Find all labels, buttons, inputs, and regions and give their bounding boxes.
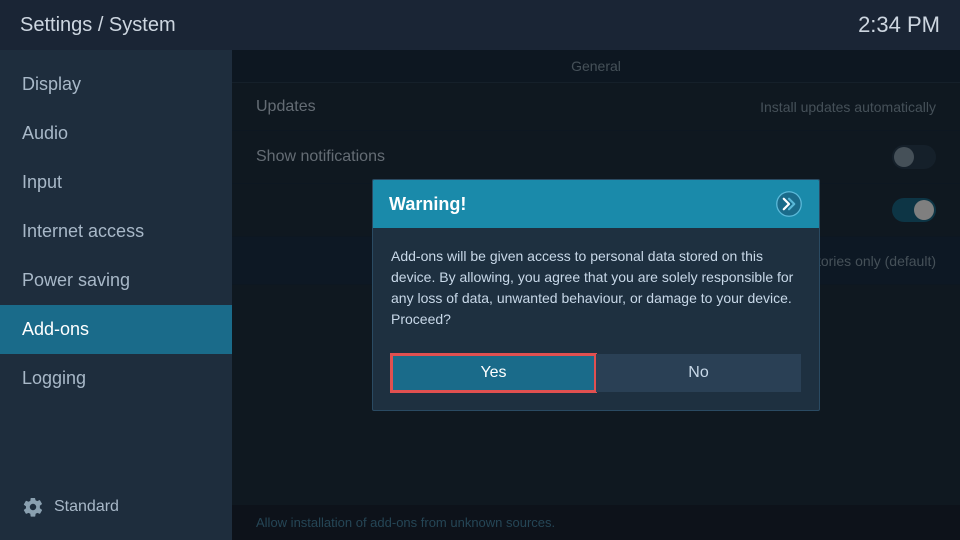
sidebar-item-power-saving[interactable]: Power saving xyxy=(0,256,232,305)
sidebar-label-display: Display xyxy=(22,74,81,95)
sidebar-label-input: Input xyxy=(22,172,62,193)
clock: 2:34 PM xyxy=(858,12,940,38)
dialog-buttons: Yes No xyxy=(373,346,819,410)
sidebar-label-add-ons: Add-ons xyxy=(22,319,89,340)
gear-icon xyxy=(22,496,44,518)
sidebar: Display Audio Input Internet access Powe… xyxy=(0,50,232,540)
sidebar-item-internet-access[interactable]: Internet access xyxy=(0,207,232,256)
sidebar-label-internet-access: Internet access xyxy=(22,221,144,242)
sidebar-item-audio[interactable]: Audio xyxy=(0,109,232,158)
main-layout: Display Audio Input Internet access Powe… xyxy=(0,50,960,540)
sidebar-item-logging[interactable]: Logging xyxy=(0,354,232,403)
content-area: General Updates Install updates automati… xyxy=(232,50,960,540)
dialog-title: Warning! xyxy=(389,194,466,215)
header: Settings / System 2:34 PM xyxy=(0,0,960,50)
sidebar-item-add-ons[interactable]: Add-ons xyxy=(0,305,232,354)
kodi-icon xyxy=(775,190,803,218)
dialog-body: Add-ons will be given access to personal… xyxy=(373,228,819,346)
sidebar-item-display[interactable]: Display xyxy=(0,60,232,109)
dialog-no-button[interactable]: No xyxy=(596,354,801,392)
sidebar-item-input[interactable]: Input xyxy=(0,158,232,207)
dialog-overlay: Warning! Add-ons will be given access to… xyxy=(232,50,960,540)
warning-dialog: Warning! Add-ons will be given access to… xyxy=(372,179,820,411)
sidebar-label-logging: Logging xyxy=(22,368,86,389)
dialog-yes-button[interactable]: Yes xyxy=(391,354,596,392)
profile-label: Standard xyxy=(54,498,119,516)
sidebar-label-power-saving: Power saving xyxy=(22,270,130,291)
sidebar-bottom: Standard xyxy=(0,484,232,530)
sidebar-label-audio: Audio xyxy=(22,123,68,144)
page-title: Settings / System xyxy=(20,14,176,37)
dialog-header: Warning! xyxy=(373,180,819,228)
